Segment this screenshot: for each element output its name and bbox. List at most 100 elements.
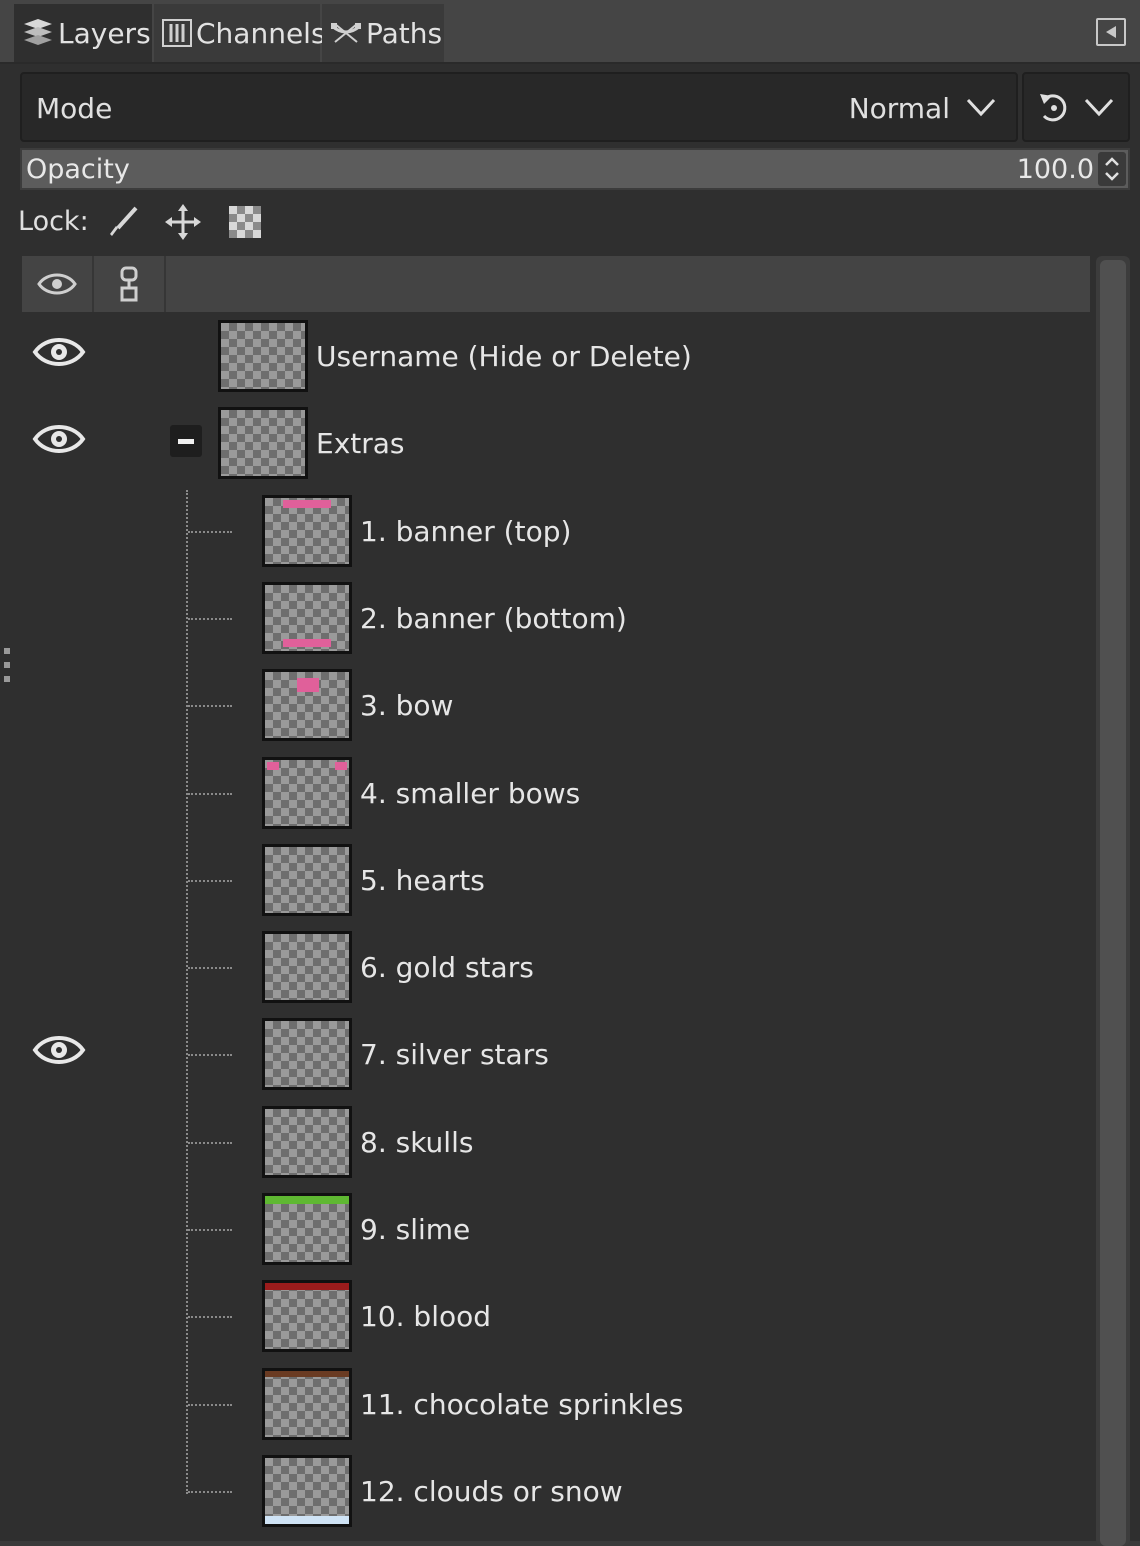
layer-thumbnail[interactable]: [262, 582, 352, 654]
layer-name[interactable]: Extras: [316, 427, 405, 460]
layer-name[interactable]: 3. bow: [360, 689, 453, 722]
link-toggle[interactable]: [94, 489, 166, 575]
layer-name[interactable]: 11. chocolate sprinkles: [360, 1388, 683, 1421]
tab-channels[interactable]: Channels: [154, 4, 326, 62]
layer-row[interactable]: 11. chocolate sprinkles: [22, 1362, 1090, 1448]
lock-alpha-button[interactable]: [225, 202, 265, 242]
layer-row[interactable]: 7. silver stars: [22, 1012, 1090, 1098]
layer-thumbnail[interactable]: [262, 1106, 352, 1178]
tab-layers[interactable]: Layers: [14, 4, 152, 62]
layer-name[interactable]: 4. smaller bows: [360, 777, 580, 810]
link-toggle[interactable]: [94, 663, 166, 749]
layer-name[interactable]: 9. slime: [360, 1213, 470, 1246]
visibility-toggle[interactable]: [22, 663, 94, 749]
layers-dock-panel: Layers Channels Paths Mode Normal Opacit…: [0, 0, 1140, 1546]
visibility-column-header[interactable]: [22, 256, 94, 312]
visibility-toggle[interactable]: [22, 1187, 94, 1273]
link-toggle[interactable]: [94, 1449, 166, 1535]
link-toggle[interactable]: [94, 314, 166, 400]
layer-thumbnail[interactable]: [262, 931, 352, 1003]
tab-paths[interactable]: Paths: [322, 4, 444, 62]
link-toggle[interactable]: [94, 1012, 166, 1098]
mode-value: Normal: [848, 92, 950, 125]
layer-thumbnail[interactable]: [262, 844, 352, 916]
tab-label: Layers: [58, 16, 151, 50]
layer-row[interactable]: 2. banner (bottom): [22, 576, 1090, 662]
visibility-toggle[interactable]: [22, 401, 94, 487]
visibility-toggle[interactable]: [22, 1100, 94, 1186]
chevron-down-icon: [1084, 98, 1114, 117]
scrollbar-thumb[interactable]: [1100, 260, 1126, 1546]
layer-row[interactable]: 1. banner (top): [22, 489, 1090, 575]
link-toggle[interactable]: [94, 925, 166, 1011]
visibility-toggle[interactable]: [22, 576, 94, 662]
link-toggle[interactable]: [94, 1100, 166, 1186]
layer-thumbnail[interactable]: [262, 495, 352, 567]
layer-row[interactable]: 10. blood: [22, 1274, 1090, 1360]
opacity-slider[interactable]: Opacity 100.0: [20, 148, 1130, 190]
lock-position-button[interactable]: [163, 202, 203, 242]
visibility-toggle[interactable]: [22, 1274, 94, 1360]
layer-name[interactable]: 12. clouds or snow: [360, 1475, 623, 1508]
layer-thumbnail[interactable]: [262, 1018, 352, 1090]
layer-row[interactable]: 9. slime: [22, 1187, 1090, 1273]
link-toggle[interactable]: [94, 1362, 166, 1448]
checkerboard-icon: [229, 206, 261, 238]
dock-resize-handle[interactable]: [4, 648, 12, 702]
tree-line: [188, 1229, 232, 1231]
lock-pixels-button[interactable]: [104, 202, 144, 242]
visibility-toggle[interactable]: [22, 925, 94, 1011]
eye-icon: [32, 338, 86, 366]
mode-dropdown[interactable]: Mode Normal: [20, 72, 1018, 142]
link-toggle[interactable]: [94, 838, 166, 924]
spin-arrows-icon: [1105, 157, 1119, 181]
mode-label: Mode: [36, 92, 113, 125]
visibility-toggle[interactable]: [22, 489, 94, 575]
visibility-toggle[interactable]: [22, 1362, 94, 1448]
paths-icon: [328, 15, 364, 51]
layer-row[interactable]: 3. bow: [22, 663, 1090, 749]
link-toggle[interactable]: [94, 401, 166, 487]
composite-mode-button[interactable]: [1022, 72, 1130, 142]
layer-thumbnail[interactable]: [218, 407, 308, 479]
dock-menu-button[interactable]: [1096, 18, 1126, 46]
layer-thumbnail[interactable]: [262, 1280, 352, 1352]
layer-list-scrollbar[interactable]: [1096, 256, 1130, 1546]
layer-name[interactable]: 2. banner (bottom): [360, 602, 627, 635]
layer-thumbnail[interactable]: [262, 1368, 352, 1440]
layer-row[interactable]: 4. smaller bows: [22, 751, 1090, 837]
opacity-spinner[interactable]: [1098, 152, 1126, 186]
visibility-toggle[interactable]: [22, 838, 94, 924]
layer-row[interactable]: 6. gold stars: [22, 925, 1090, 1011]
layer-thumbnail[interactable]: [262, 757, 352, 829]
layer-thumbnail[interactable]: [262, 1193, 352, 1265]
layer-row[interactable]: 5. hearts: [22, 838, 1090, 924]
link-toggle[interactable]: [94, 1274, 166, 1360]
move-arrows-icon: [165, 204, 201, 240]
layer-group-row[interactable]: Extras: [22, 401, 1090, 487]
layer-name[interactable]: 10. blood: [360, 1300, 491, 1333]
layer-name[interactable]: 5. hearts: [360, 864, 485, 897]
paintbrush-icon: [110, 206, 138, 236]
layer-name[interactable]: Username (Hide or Delete): [316, 340, 692, 373]
visibility-toggle[interactable]: [22, 751, 94, 837]
visibility-toggle[interactable]: [22, 314, 94, 400]
layer-name[interactable]: 6. gold stars: [360, 951, 534, 984]
link-toggle[interactable]: [94, 1187, 166, 1273]
layer-thumbnail[interactable]: [262, 669, 352, 741]
layer-name[interactable]: 7. silver stars: [360, 1038, 549, 1071]
tree-line: [188, 793, 232, 795]
visibility-toggle[interactable]: [22, 1012, 94, 1098]
layer-thumbnail[interactable]: [262, 1455, 352, 1527]
visibility-toggle[interactable]: [22, 1449, 94, 1535]
layer-name[interactable]: 1. banner (top): [360, 515, 571, 548]
link-toggle[interactable]: [94, 751, 166, 837]
layer-name[interactable]: 8. skulls: [360, 1126, 473, 1159]
layer-row[interactable]: 12. clouds or snow: [22, 1449, 1090, 1535]
link-column-header[interactable]: [94, 256, 166, 312]
layer-thumbnail[interactable]: [218, 320, 308, 392]
collapse-group-button[interactable]: [170, 425, 202, 457]
layer-row[interactable]: 8. skulls: [22, 1100, 1090, 1186]
link-toggle[interactable]: [94, 576, 166, 662]
layer-row[interactable]: Username (Hide or Delete): [22, 314, 1090, 400]
